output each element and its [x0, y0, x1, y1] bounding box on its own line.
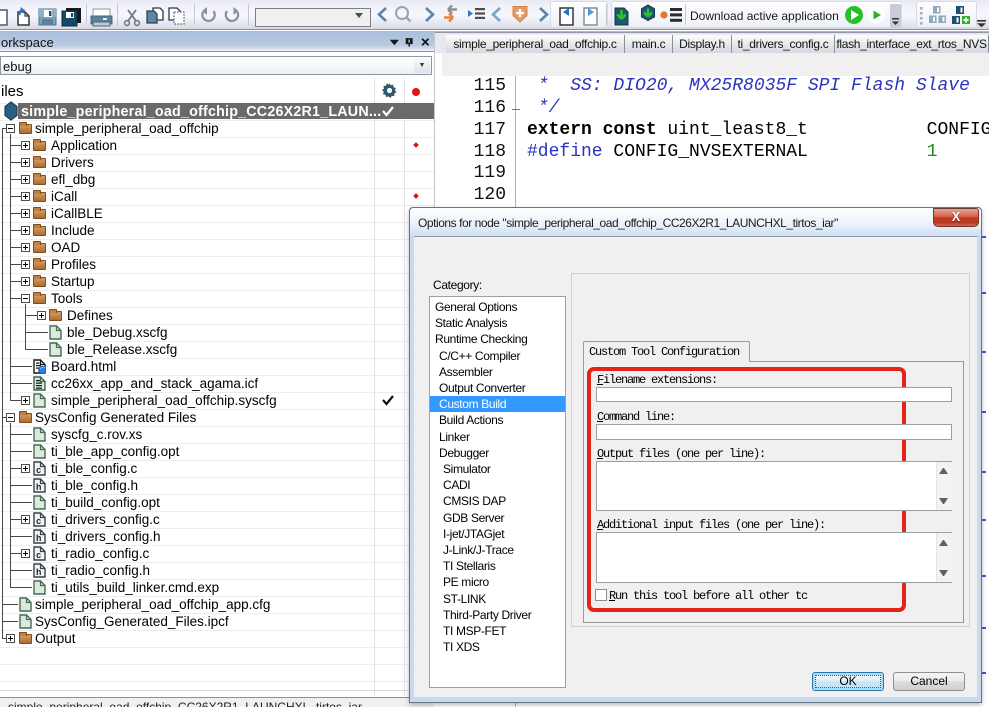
svg-text:h: h [36, 534, 41, 544]
svg-text:h: h [36, 568, 41, 578]
svg-text:c: c [36, 466, 41, 476]
svg-text:c: c [36, 517, 41, 527]
svg-text:h: h [36, 483, 41, 493]
svg-text:c: c [36, 551, 41, 561]
